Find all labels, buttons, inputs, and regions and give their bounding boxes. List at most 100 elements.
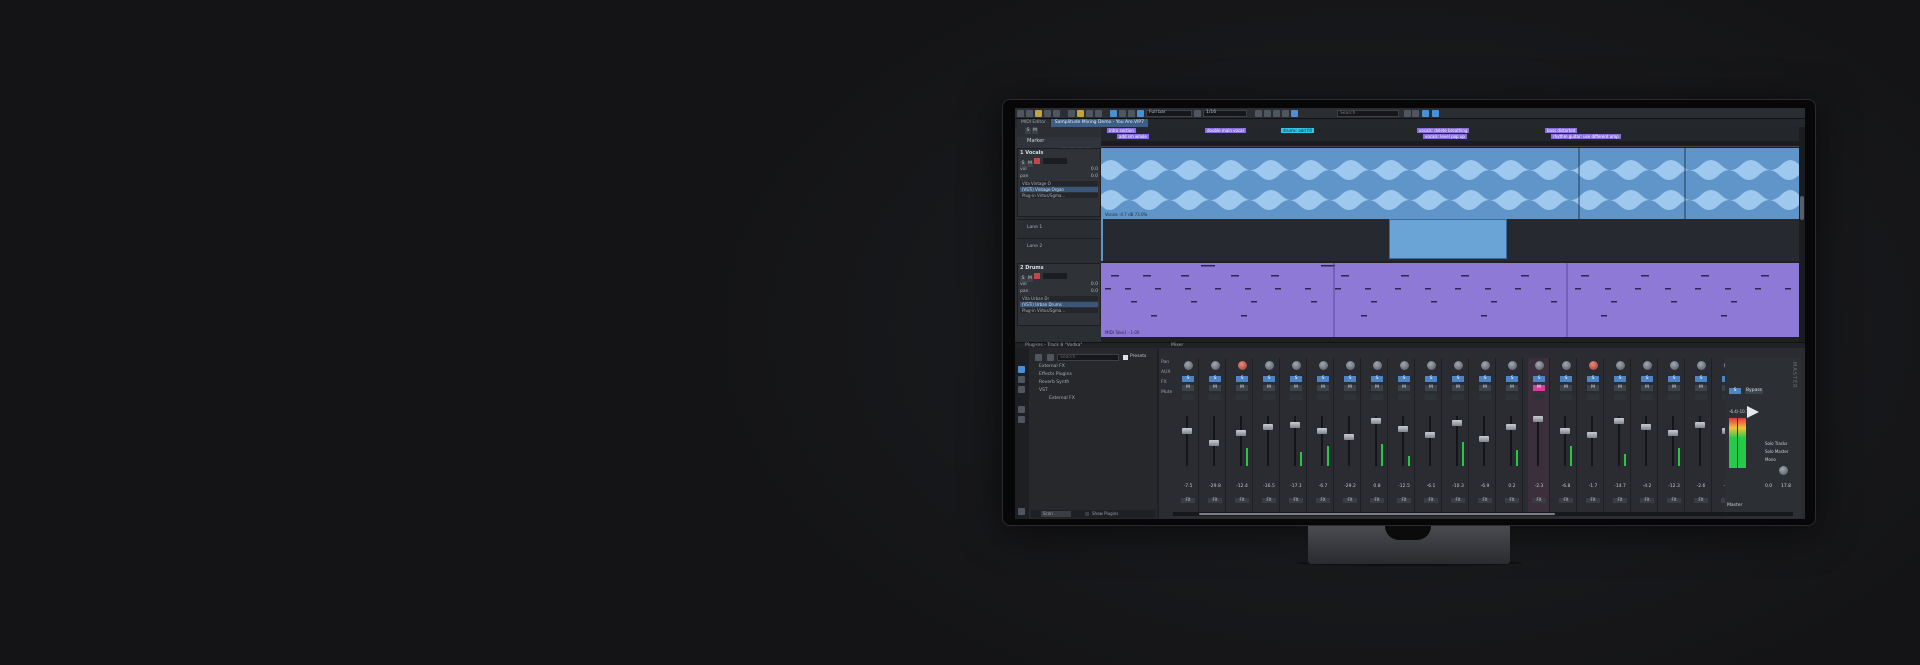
volume-fader[interactable] (1182, 428, 1192, 434)
bypass-button[interactable]: Bypass (1745, 388, 1763, 394)
solo-button[interactable]: S (1641, 376, 1653, 382)
instrument-slot[interactable]: Vita Vintage O (1020, 181, 1098, 186)
mute-button[interactable]: M (1479, 385, 1491, 391)
global-mute-button[interactable]: M (1032, 128, 1038, 134)
volume-fader[interactable] (1614, 418, 1624, 424)
record-button[interactable] (1182, 394, 1194, 400)
drums-midi-object[interactable]: MIDI Take1 - 1.00 (1101, 263, 1799, 337)
record-button[interactable] (1317, 394, 1329, 400)
fx-button[interactable]: FX (1640, 498, 1654, 503)
solo-button[interactable]: S (1236, 376, 1248, 382)
record-button[interactable] (1587, 394, 1599, 400)
redo-icon[interactable] (1264, 109, 1271, 117)
volume-fader[interactable] (1317, 428, 1327, 434)
volume-fader[interactable] (1452, 420, 1462, 426)
solo-button[interactable]: S (1533, 376, 1545, 382)
pan-knob[interactable] (1346, 361, 1355, 370)
volume-fader[interactable] (1668, 430, 1678, 436)
fx-button[interactable]: FX (1424, 498, 1438, 503)
browser-settings-icon[interactable] (1018, 508, 1025, 515)
solo-button[interactable]: S (1587, 376, 1599, 382)
input-select[interactable] (1042, 158, 1067, 164)
plugin-slot[interactable]: Plug-in Virtus/Sgma... (1020, 308, 1098, 313)
solo-button[interactable]: S (1209, 376, 1221, 382)
fx-button[interactable]: FX (1208, 498, 1222, 503)
solo-button[interactable]: S (1371, 376, 1383, 382)
mute-button[interactable]: M (1209, 385, 1221, 391)
quantize-icon[interactable] (1194, 109, 1201, 117)
instrument-slot[interactable]: Vita Urban Dr (1020, 296, 1098, 301)
mute-button[interactable]: M (1668, 385, 1680, 391)
volume-fader[interactable] (1263, 424, 1273, 430)
fx-button[interactable]: FX (1316, 498, 1330, 503)
folder-icon[interactable] (1035, 109, 1042, 117)
record-mode-icon[interactable] (1291, 109, 1298, 117)
record-button[interactable] (1425, 394, 1437, 400)
scan-select[interactable]: Scan (1041, 511, 1071, 517)
pan-knob[interactable] (1562, 361, 1571, 370)
mute-button[interactable]: M (1425, 385, 1437, 391)
favorites-star-icon[interactable] (1018, 416, 1025, 423)
range-icon[interactable] (1128, 109, 1135, 117)
record-arm-button[interactable] (1034, 158, 1040, 164)
vocal-audio-object[interactable]: Vocals -4.7 dB 73.0% (1101, 148, 1799, 219)
solo-button[interactable]: S (1614, 376, 1626, 382)
pan-value[interactable]: 0.0 (1091, 174, 1098, 180)
solo-button[interactable]: S (1344, 376, 1356, 382)
volume-fader[interactable] (1209, 440, 1219, 446)
plugin-slot[interactable]: (VSTi) Vintage Organ (1020, 187, 1098, 192)
marker[interactable]: bass distorted (1545, 128, 1578, 133)
arranger-vscroll[interactable] (1799, 127, 1805, 342)
plugin-folder[interactable]: External FX (1049, 396, 1075, 402)
pan-knob[interactable] (1697, 361, 1706, 370)
undo-history-icon[interactable] (1053, 109, 1060, 117)
save-icon[interactable] (1044, 109, 1051, 117)
pan-knob[interactable] (1643, 361, 1652, 370)
fx-button[interactable]: FX (1559, 498, 1573, 503)
mute-button[interactable]: M (1236, 385, 1248, 391)
fx-button[interactable]: FX (1235, 498, 1249, 503)
record-button[interactable] (1398, 394, 1410, 400)
snap-icon[interactable] (1110, 109, 1117, 117)
timeline-ruler[interactable] (1101, 141, 1799, 147)
crossfade-icon[interactable] (1119, 109, 1126, 117)
list-view-icon[interactable] (1035, 354, 1042, 361)
volume-fader[interactable] (1371, 418, 1381, 424)
mute-button[interactable]: M (1614, 385, 1626, 391)
pan-knob[interactable] (1238, 361, 1247, 370)
lane-header[interactable]: Lane 2 (1017, 238, 1101, 258)
plugin-folder[interactable]: External FX (1039, 364, 1065, 370)
metronome-icon[interactable] (1282, 109, 1289, 117)
solo-master-label[interactable]: Solo Master (1765, 450, 1788, 454)
volume-fader[interactable] (1344, 434, 1354, 440)
record-button[interactable] (1290, 394, 1302, 400)
solo-button[interactable]: S (1317, 376, 1329, 382)
fx-button[interactable]: FX (1586, 498, 1600, 503)
mute-button[interactable]: M (1290, 385, 1302, 391)
input-select[interactable] (1042, 273, 1067, 279)
mute-button[interactable]: M (1027, 276, 1033, 282)
mute-button[interactable]: M (1371, 385, 1383, 391)
record-button[interactable] (1641, 394, 1653, 400)
marker[interactable]: vocals: delete breathing (1417, 128, 1470, 133)
record-button[interactable] (1344, 394, 1356, 400)
pointer-tool-icon[interactable] (1068, 109, 1075, 117)
marker[interactable]: drums: add fill (1281, 128, 1314, 133)
loop-icon[interactable] (1273, 109, 1280, 117)
fx-button[interactable]: FX (1505, 498, 1519, 503)
solo-button[interactable]: S (1506, 376, 1518, 382)
mixer-hscroll-thumb[interactable] (1199, 513, 1555, 515)
scissors-tool-icon[interactable] (1086, 109, 1093, 117)
presets-tab-icon[interactable] (1018, 376, 1025, 383)
solo-button[interactable]: S (1425, 376, 1437, 382)
grid-icon[interactable] (1137, 109, 1144, 117)
settings-icon[interactable] (1412, 110, 1419, 117)
browser-tab-icon[interactable] (1018, 386, 1025, 393)
play-icon[interactable] (1422, 110, 1429, 117)
track-header-drums[interactable]: 2 Drums SM vol 0.0 pan 0.0 Vita Urban Dr (… (1017, 263, 1101, 326)
volume-value[interactable]: 0.0 (1091, 282, 1098, 288)
pan-knob[interactable] (1427, 361, 1436, 370)
fx-button[interactable]: FX (1694, 498, 1708, 503)
pan-knob[interactable] (1589, 361, 1598, 370)
volume-fader[interactable] (1641, 424, 1651, 430)
